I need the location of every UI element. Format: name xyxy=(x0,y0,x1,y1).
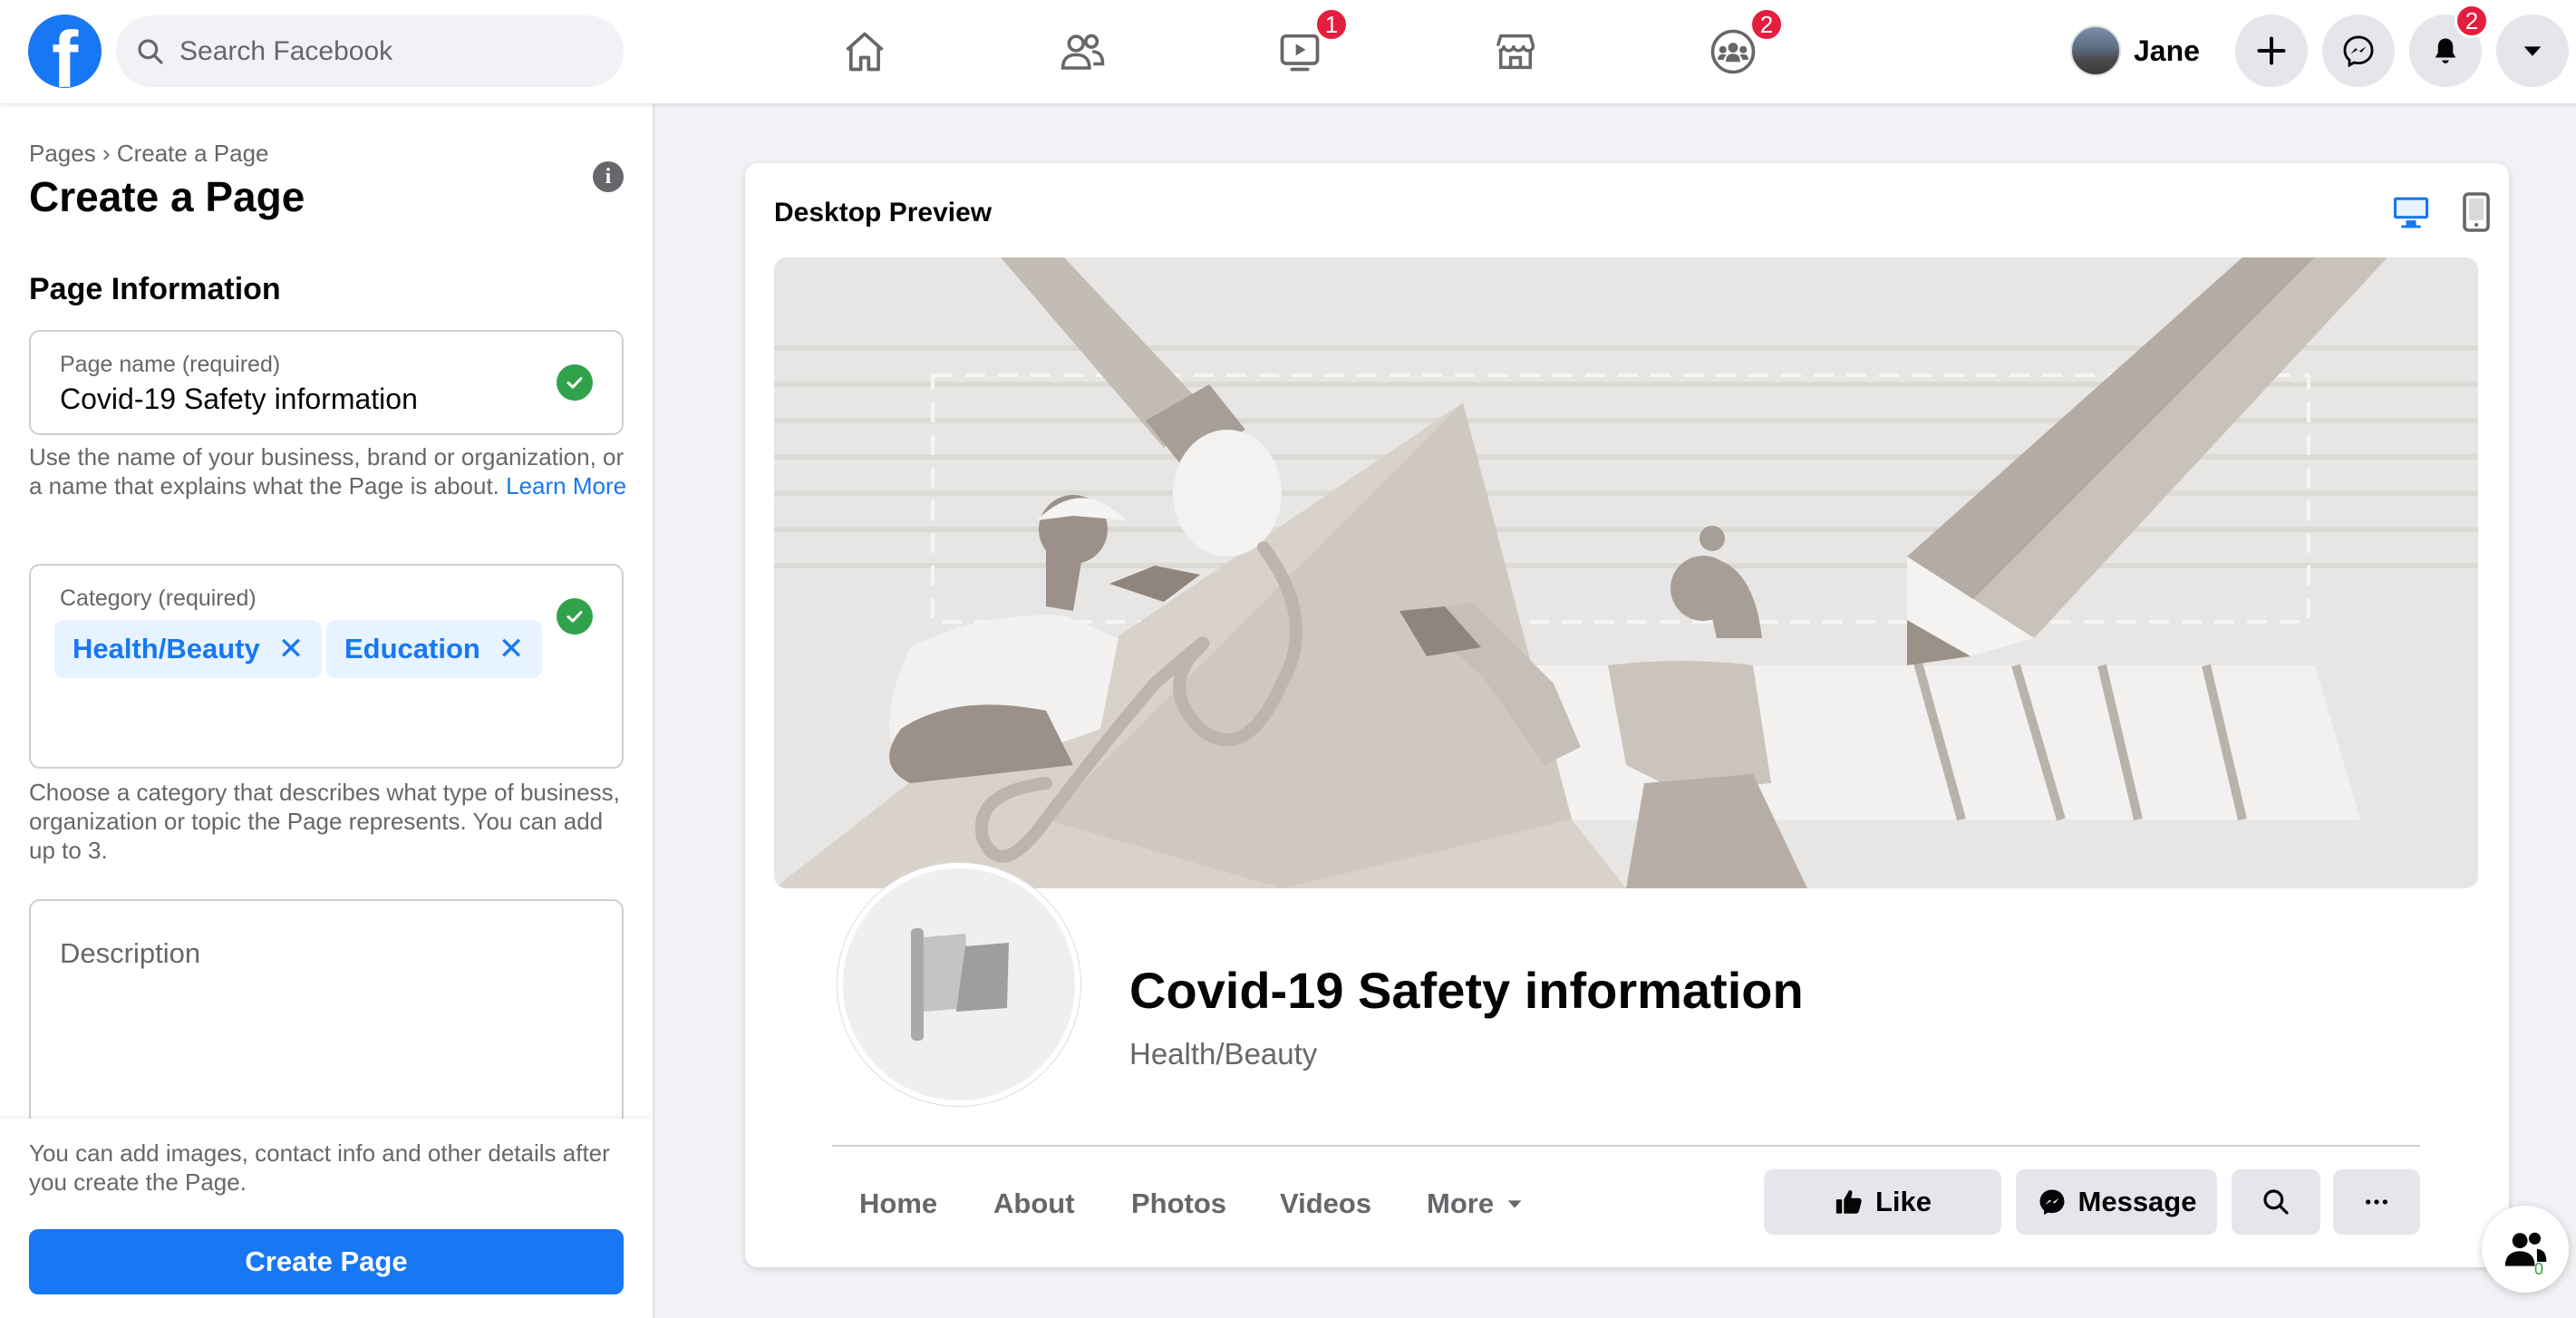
mobile-view-toggle[interactable] xyxy=(2455,190,2498,234)
avatar xyxy=(2070,25,2121,76)
info-icon[interactable]: i xyxy=(593,161,624,192)
create-page-button[interactable]: Create Page xyxy=(29,1229,624,1294)
nav-watch[interactable]: 1 xyxy=(1209,7,1390,87)
desktop-preview-card: Desktop Preview Covid-19 Safety informat… xyxy=(745,163,2509,1267)
home-icon xyxy=(846,32,884,72)
tab-more[interactable]: More xyxy=(1427,1187,1525,1220)
profile-chip[interactable]: Jane xyxy=(2070,18,2200,83)
messenger-icon xyxy=(2039,1189,2064,1216)
tab-more-label: More xyxy=(1427,1187,1495,1219)
category-valid-icon xyxy=(557,598,593,635)
groups-badge: 2 xyxy=(1749,7,1784,42)
page-profile-picture[interactable] xyxy=(838,863,1080,1106)
tab-about[interactable]: About xyxy=(993,1187,1075,1220)
friends-icon xyxy=(1060,34,1105,70)
create-page-panel: Pages › Create a Page Create a Page i Pa… xyxy=(0,103,653,1318)
category-chip-label: Education xyxy=(344,633,480,664)
tab-videos[interactable]: Videos xyxy=(1280,1187,1371,1220)
preview-page-name: Covid-19 Safety information xyxy=(1129,962,1804,1019)
nav-home[interactable] xyxy=(774,16,955,87)
breadcrumb[interactable]: Pages › Create a Page xyxy=(29,140,269,168)
desktop-icon xyxy=(2393,197,2429,228)
account-menu-button[interactable] xyxy=(2496,15,2569,87)
category-label: Category (required) xyxy=(60,586,257,611)
description-placeholder: Description xyxy=(60,937,201,969)
page-name-label: Page name (required) xyxy=(60,352,281,377)
page-more-button[interactable] xyxy=(2333,1169,2420,1235)
footer-note: You can add images, contact info and oth… xyxy=(29,1139,610,1196)
page-title: Create a Page xyxy=(29,173,305,220)
messenger-button[interactable] xyxy=(2322,15,2395,87)
like-label: Like xyxy=(1874,1186,1932,1217)
search-icon xyxy=(2263,1189,2289,1215)
panel-footer: You can add images, contact info and oth… xyxy=(0,1119,653,1318)
messenger-icon xyxy=(2343,35,2374,68)
caret-down-icon xyxy=(1507,1200,1522,1208)
remove-chip-icon[interactable]: ✕ xyxy=(278,631,305,667)
preview-divider xyxy=(832,1145,2420,1147)
bell-icon xyxy=(2435,38,2456,63)
notifications-badge: 2 xyxy=(2455,4,2489,38)
plus-icon xyxy=(2257,36,2286,65)
cover-illustration xyxy=(774,257,2478,888)
remove-chip-icon[interactable]: ✕ xyxy=(499,631,525,667)
nav-groups[interactable]: 2 xyxy=(1642,7,1824,87)
search-box[interactable] xyxy=(116,15,624,87)
ellipsis-icon xyxy=(2366,1199,2387,1205)
preview-title: Desktop Preview xyxy=(774,198,993,228)
watch-icon xyxy=(1280,34,1320,72)
page-name-value[interactable]: Covid-19 Safety information xyxy=(60,383,418,416)
thumbs-up-icon xyxy=(1835,1190,1862,1214)
like-button[interactable]: Like xyxy=(1764,1169,2001,1235)
page-name-field[interactable]: Page name (required) Covid-19 Safety inf… xyxy=(29,330,624,435)
caret-down-icon xyxy=(2523,46,2542,56)
flag-icon xyxy=(911,928,1009,1041)
section-title: Page Information xyxy=(29,272,281,306)
category-chip-label: Health/Beauty xyxy=(73,633,260,664)
category-chip-health-beauty[interactable]: Health/Beauty ✕ xyxy=(54,620,323,678)
tab-photos[interactable]: Photos xyxy=(1131,1187,1226,1220)
create-button[interactable] xyxy=(2235,15,2308,87)
page-name-help: Use the name of your business, brand or … xyxy=(29,442,627,500)
search-icon xyxy=(138,38,163,64)
message-label: Message xyxy=(2077,1186,2197,1217)
contacts-count: 0 xyxy=(2534,1260,2544,1278)
facebook-logo[interactable]: f xyxy=(28,15,102,88)
profile-name: Jane xyxy=(2134,34,2200,67)
groups-icon xyxy=(1710,29,1756,74)
search-input[interactable] xyxy=(179,35,596,67)
category-field[interactable]: Category (required) Health/Beauty ✕ Educ… xyxy=(29,564,624,769)
learn-more-link[interactable]: Learn More xyxy=(506,472,626,499)
facebook-logo-letter: f xyxy=(52,15,79,89)
preview-page-category: Health/Beauty xyxy=(1129,1037,1318,1071)
top-navigation-bar: f 1 2 Jane 2 xyxy=(0,0,2576,103)
page-name-valid-icon xyxy=(557,364,593,401)
mobile-icon xyxy=(2463,192,2490,232)
watch-badge: 1 xyxy=(1314,7,1349,42)
category-chip-education[interactable]: Education ✕ xyxy=(326,620,543,678)
contacts-button[interactable]: 0 xyxy=(2482,1206,2569,1293)
page-search-button[interactable] xyxy=(2232,1169,2320,1235)
nav-friends[interactable] xyxy=(992,16,1173,87)
desktop-view-toggle[interactable] xyxy=(2389,190,2433,234)
nav-marketplace[interactable] xyxy=(1425,16,1606,87)
message-button[interactable]: Message xyxy=(2016,1169,2217,1235)
marketplace-icon xyxy=(1496,34,1535,70)
category-help: Choose a category that describes what ty… xyxy=(29,779,620,864)
tab-home[interactable]: Home xyxy=(859,1187,937,1220)
notifications-button[interactable]: 2 xyxy=(2409,4,2489,87)
